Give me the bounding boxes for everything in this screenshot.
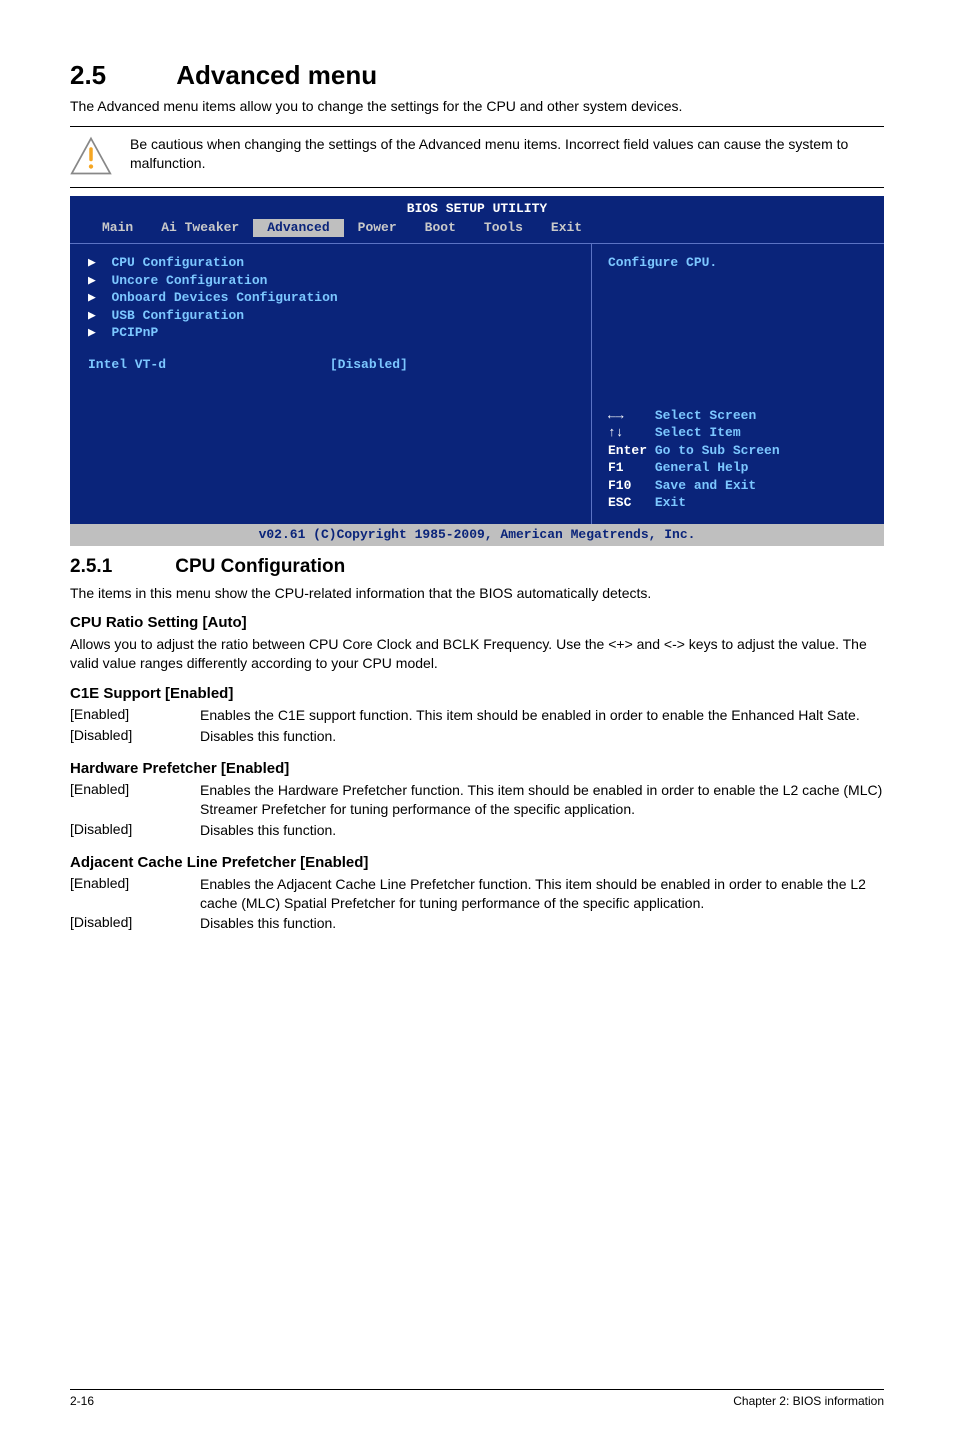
option-heading: CPU Ratio Setting [Auto] <box>70 614 884 631</box>
subsection-intro: The items in this menu show the CPU-rela… <box>70 584 884 603</box>
chapter-label: Chapter 2: BIOS information <box>733 1394 884 1408</box>
option-label: [Enabled] <box>70 875 200 915</box>
subsection-title: CPU Configuration <box>175 556 345 577</box>
subsection-heading: 2.5.1 CPU Configuration <box>70 556 884 578</box>
bios-tab-tools: Tools <box>470 219 537 237</box>
bios-setting-value: [Disabled] <box>330 357 408 372</box>
option-label: [Disabled] <box>70 727 200 748</box>
bios-menu-item: ▶ Onboard Devices Configuration <box>88 289 573 307</box>
bios-menu-item: ▶ CPU Configuration <box>88 254 573 272</box>
bios-tab-advanced: Advanced <box>253 219 343 237</box>
bios-title: BIOS SETUP UTILITY <box>70 196 884 220</box>
option-heading: Hardware Prefetcher [Enabled] <box>70 760 884 777</box>
section-title: Advanced menu <box>176 60 377 90</box>
caution-block: Be cautious when changing the settings o… <box>70 135 884 177</box>
option-row: [Disabled] Disables this function. <box>70 821 884 842</box>
bios-menu-item: ▶ Uncore Configuration <box>88 272 573 290</box>
option-text: Allows you to adjust the ratio between C… <box>70 635 884 673</box>
option-desc: Disables this function. <box>200 914 884 935</box>
option-table: [Enabled] Enables the Hardware Prefetche… <box>70 781 884 842</box>
triangle-icon: ▶ <box>88 255 111 270</box>
bios-left-pane: ▶ CPU Configuration ▶ Uncore Configurati… <box>70 244 592 524</box>
option-desc: Enables the C1E support function. This i… <box>200 706 860 727</box>
bios-tab-main: Main <box>88 219 147 237</box>
bios-setting-label: Intel VT-d <box>88 357 166 372</box>
option-desc: Disables this function. <box>200 821 884 842</box>
bios-tabbar: Main Ai Tweaker Advanced Power Boot Tool… <box>70 219 884 243</box>
option-label: [Disabled] <box>70 914 200 935</box>
bios-menu-label: Uncore Configuration <box>111 273 267 288</box>
caution-text: Be cautious when changing the settings o… <box>130 135 884 173</box>
option-row: [Disabled] Disables this function. <box>70 727 860 748</box>
divider <box>70 187 884 188</box>
triangle-icon: ▶ <box>88 308 111 323</box>
option-table: [Enabled] Enables the C1E support functi… <box>70 706 860 748</box>
bios-tab-aitweaker: Ai Tweaker <box>147 219 253 237</box>
page-number: 2-16 <box>70 1394 94 1408</box>
option-row: [Enabled] Enables the Adjacent Cache Lin… <box>70 875 884 915</box>
option-desc: Enables the Adjacent Cache Line Prefetch… <box>200 875 884 915</box>
bios-menu-item: ▶ USB Configuration <box>88 307 573 325</box>
bios-menu-label: PCIPnP <box>111 325 158 340</box>
subsection-number: 2.5.1 <box>70 556 170 578</box>
option-desc: Enables the Hardware Prefetcher function… <box>200 781 884 821</box>
option-table: [Enabled] Enables the Adjacent Cache Lin… <box>70 875 884 936</box>
option-row: [Enabled] Enables the C1E support functi… <box>70 706 860 727</box>
bios-menu-item: ▶ PCIPnP <box>88 324 573 342</box>
section-heading: 2.5 Advanced menu <box>70 60 884 91</box>
bios-menu-label: CPU Configuration <box>111 255 244 270</box>
caution-icon <box>70 135 112 177</box>
bios-tab-power: Power <box>344 219 411 237</box>
option-row: [Disabled] Disables this function. <box>70 914 884 935</box>
triangle-icon: ▶ <box>88 273 111 288</box>
bios-screenshot: BIOS SETUP UTILITY Main Ai Tweaker Advan… <box>70 196 884 546</box>
bios-menu-label: USB Configuration <box>111 308 244 323</box>
bios-help-text: Configure CPU. <box>608 254 868 272</box>
page-footer: 2-16 Chapter 2: BIOS information <box>70 1389 884 1408</box>
option-label: [Enabled] <box>70 706 200 727</box>
option-label: [Enabled] <box>70 781 200 821</box>
option-desc: Disables this function. <box>200 727 860 748</box>
section-number: 2.5 <box>70 60 170 91</box>
bios-key-help: ←→ Select Screen ↑↓ Select Item Enter Go… <box>608 407 868 512</box>
option-row: [Enabled] Enables the Hardware Prefetche… <box>70 781 884 821</box>
bios-footer: v02.61 (C)Copyright 1985-2009, American … <box>70 524 884 546</box>
bios-setting-row: Intel VT-d [Disabled] <box>88 356 573 374</box>
section-intro: The Advanced menu items allow you to cha… <box>70 97 884 116</box>
bios-right-pane: Configure CPU. ←→ Select Screen ↑↓ Selec… <box>592 244 884 524</box>
triangle-icon: ▶ <box>88 290 111 305</box>
option-heading: C1E Support [Enabled] <box>70 685 884 702</box>
option-label: [Disabled] <box>70 821 200 842</box>
divider <box>70 126 884 127</box>
bios-tab-exit: Exit <box>537 219 596 237</box>
bios-menu-label: Onboard Devices Configuration <box>111 290 337 305</box>
bios-tab-boot: Boot <box>411 219 470 237</box>
option-heading: Adjacent Cache Line Prefetcher [Enabled] <box>70 854 884 871</box>
triangle-icon: ▶ <box>88 325 111 340</box>
